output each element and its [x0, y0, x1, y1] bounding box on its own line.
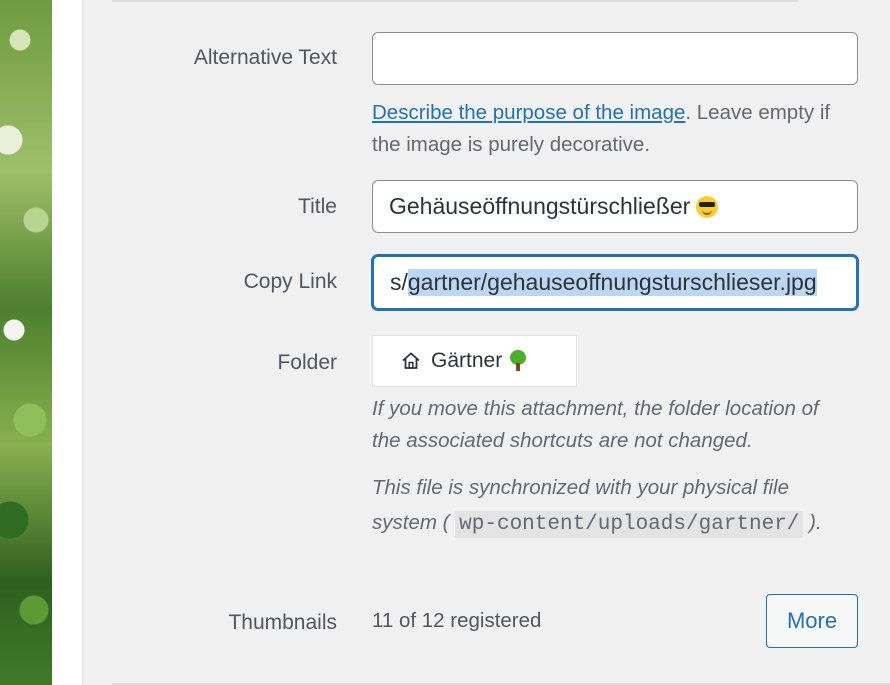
copy-link-label: Copy Link: [243, 270, 337, 293]
tree-emoji-icon: [508, 350, 528, 372]
title-input[interactable]: Gehäuseöffnungstürschließer: [372, 180, 858, 233]
folder-name: Gärtner: [431, 349, 503, 372]
home-icon: [402, 352, 420, 369]
background-photo: [0, 0, 52, 685]
title-value: Gehäuseöffnungstürschließer: [389, 193, 691, 219]
more-button[interactable]: More: [766, 594, 858, 648]
describe-purpose-link[interactable]: Describe the purpose of the image: [372, 101, 685, 124]
thumbnails-count: 11 of 12 registered: [372, 609, 542, 632]
sync-note-suffix: ).: [809, 511, 822, 534]
alt-text-input[interactable]: [372, 32, 858, 85]
media-frame-gap: [52, 0, 82, 685]
folder-move-note: If you move this attachment, the folder …: [372, 397, 819, 452]
copy-link-input[interactable]: s/gartner/gehauseoffnungsturschlieser.jp…: [372, 255, 858, 310]
top-divider: [112, 0, 798, 2]
alt-text-label: Alternative Text: [193, 46, 337, 69]
folder-selector[interactable]: Gärtner: [372, 335, 577, 387]
sunglasses-emoji-icon: [696, 195, 719, 218]
folder-sync-note: This file is synchronized with your phys…: [372, 470, 850, 542]
sync-path: wp-content/uploads/gartner/: [455, 511, 804, 538]
copy-link-selected-text: gartner/gehauseoffnungsturschlieser.jpg: [407, 269, 817, 296]
folder-label: Folder: [277, 351, 337, 374]
alt-text-help: Describe the purpose of the image. Leave…: [372, 97, 852, 161]
title-label: Title: [298, 195, 337, 218]
thumbnails-label: Thumbnails: [228, 611, 337, 634]
copy-link-prefix: s/: [390, 269, 408, 295]
